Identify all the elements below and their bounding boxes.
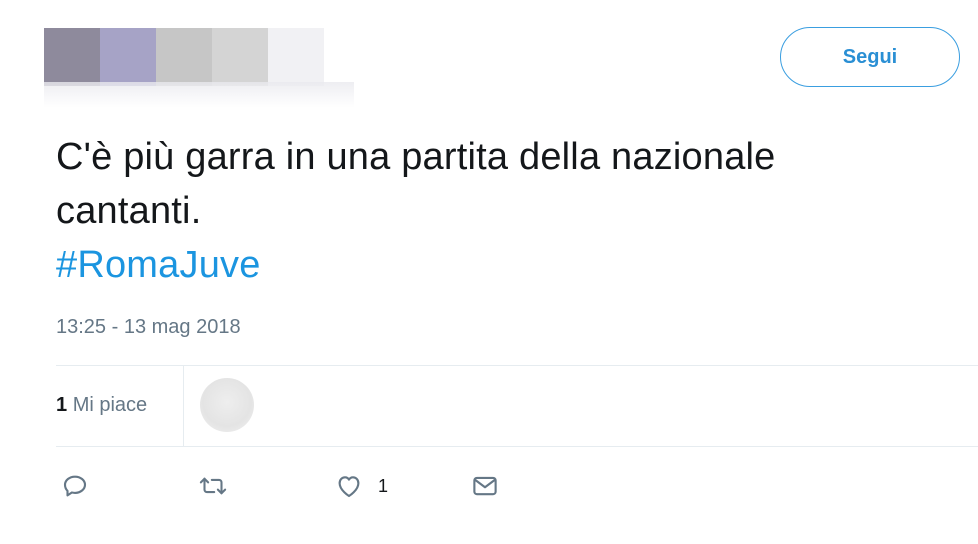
hashtag-link[interactable]: #RomaJuve [56, 244, 261, 286]
follow-button[interactable]: Segui [780, 27, 960, 87]
retweet-button[interactable] [196, 466, 230, 506]
blurred-handle [44, 82, 354, 108]
blurred-avatar [44, 28, 100, 86]
envelope-icon [470, 471, 500, 501]
tweet-text-line: cantanti. [56, 190, 202, 232]
direct-message-button[interactable] [470, 466, 500, 506]
heart-icon [334, 471, 364, 501]
reply-icon [60, 471, 90, 501]
blurred-name-block [100, 28, 156, 86]
action-bar: 1 [56, 466, 756, 506]
tweet-text-line: C'è più garra in una partita della nazio… [56, 136, 776, 178]
blurred-name-block [156, 28, 212, 86]
blurred-name-block [268, 28, 324, 86]
blurred-name-block [212, 28, 268, 86]
likes-stat[interactable]: 1 Mi piace [56, 394, 147, 417]
like-count: 1 [378, 475, 389, 496]
retweet-icon [196, 471, 230, 501]
stats-row: 1 Mi piace [56, 366, 978, 446]
tweet-text: C'è più garra in una partita della nazio… [56, 130, 956, 292]
like-button[interactable]: 1 [334, 466, 388, 506]
likes-label: Mi piace [72, 394, 148, 416]
divider [56, 446, 978, 447]
liker-avatar[interactable] [200, 378, 254, 432]
likes-number: 1 [56, 394, 68, 416]
reply-button[interactable] [60, 466, 90, 506]
vertical-divider [183, 366, 184, 446]
tweet-timestamp[interactable]: 13:25 - 13 mag 2018 [56, 316, 241, 339]
